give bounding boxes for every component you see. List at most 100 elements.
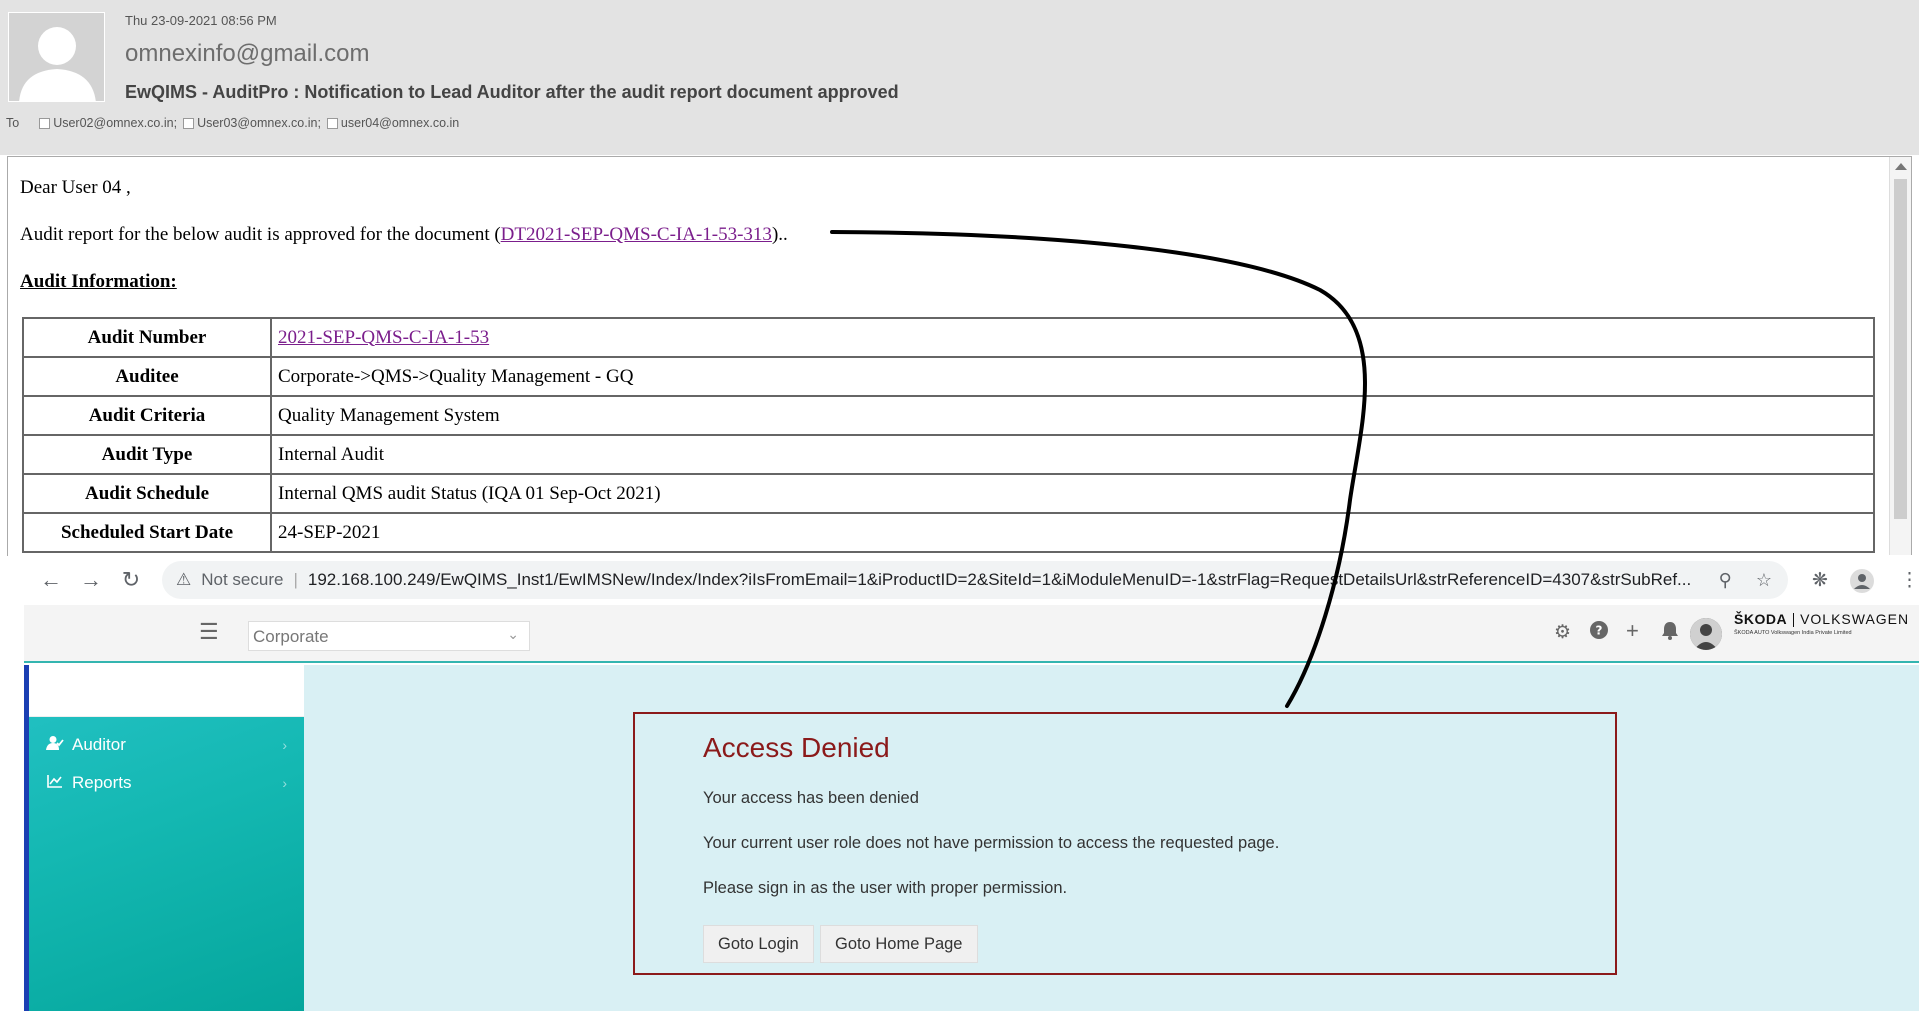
brand-name: ŠKODA VOLKSWAGEN <box>1734 611 1919 628</box>
contact-icon <box>326 117 338 129</box>
zoom-icon[interactable]: ⚲ <box>1719 570 1732 591</box>
recipient-address: User02@omnex.co.in; <box>53 116 178 130</box>
message-text: Audit report for the below audit is appr… <box>20 224 501 245</box>
table-row: Audit Criteria Quality Management System <box>22 395 1875 436</box>
email-sender: omnexinfo@gmail.com <box>125 40 370 67</box>
recipient-address: user04@omnex.co.in <box>340 116 460 130</box>
email-date: Thu 23-09-2021 08:56 PM <box>125 13 277 28</box>
main-content: Access Denied Your access has been denie… <box>304 665 1919 1011</box>
user-avatar[interactable] <box>1690 618 1722 650</box>
notification-bell-icon <box>1662 622 1678 640</box>
plus-icon[interactable]: + <box>1626 618 1639 644</box>
url-text: 192.168.100.249/EwQIMS_Inst1/EwIMSNew/In… <box>307 570 1692 589</box>
question-circle-icon: ? <box>1590 621 1608 639</box>
scroll-thumb[interactable] <box>1894 179 1907 519</box>
access-denied-panel: Access Denied Your access has been denie… <box>633 712 1617 975</box>
brand-tagline: ŠKODA AUTO Volkswagen India Private Limi… <box>1734 630 1852 637</box>
row-value: Internal QMS audit Status (IQA 01 Sep-Oc… <box>270 473 1875 514</box>
denied-reason: Your current user role does not have per… <box>703 834 1280 852</box>
gear-icon[interactable]: ⚙ <box>1554 621 1571 644</box>
help-icon[interactable]: ? <box>1590 621 1608 645</box>
chevron-right-icon: › <box>282 737 287 753</box>
table-row: Auditee Corporate->QMS->Quality Manageme… <box>22 356 1875 397</box>
table-row: Audit Schedule Internal QMS audit Status… <box>22 473 1875 514</box>
goto-login-button[interactable]: Goto Login <box>703 925 814 963</box>
row-label: Scheduled Start Date <box>22 512 272 553</box>
browser-toolbar: ← → ↻ ⚠ Not secure | 192.168.100.249/EwQ… <box>24 555 1919 605</box>
warning-icon: ⚠ <box>176 570 192 589</box>
recipient[interactable]: User02@omnex.co.in; <box>39 116 177 130</box>
browser-window: ← → ↻ ⚠ Not secure | 192.168.100.249/EwQ… <box>24 555 1919 1011</box>
line-chart-icon <box>44 774 66 793</box>
document-link[interactable]: DT2021-SEP-QMS-C-IA-1-53-313 <box>501 224 772 245</box>
row-label: Audit Criteria <box>22 395 272 436</box>
star-icon[interactable]: ☆ <box>1756 570 1772 591</box>
back-arrow-icon[interactable]: ← <box>38 567 64 593</box>
extensions-icon[interactable]: ❋ <box>1812 569 1828 592</box>
chevron-down-icon: ⌄ <box>507 626 519 642</box>
table-row: Audit Number 2021-SEP-QMS-C-IA-1-53 <box>22 317 1875 358</box>
recipient-address: User03@omnex.co.in; <box>197 116 321 130</box>
email-greeting: Dear User 04 , <box>20 177 131 198</box>
user-silhouette-icon <box>1690 618 1722 650</box>
goto-home-button[interactable]: Goto Home Page <box>820 925 978 963</box>
to-label: To <box>6 116 20 130</box>
row-value: 2021-SEP-QMS-C-IA-1-53 <box>270 317 1875 358</box>
table-row: Scheduled Start Date 24-SEP-2021 <box>22 512 1875 553</box>
audit-number-link[interactable]: 2021-SEP-QMS-C-IA-1-53 <box>278 327 489 348</box>
user-check-icon <box>44 735 66 756</box>
email-message: Audit report for the below audit is appr… <box>20 224 788 246</box>
sidebar-top <box>29 665 304 717</box>
svg-text:?: ? <box>1596 624 1603 638</box>
security-label: Not secure <box>201 570 284 589</box>
sidebar-item-reports[interactable]: Reports › <box>44 765 299 801</box>
message-text: ).. <box>771 224 788 245</box>
contact-icon <box>183 117 195 129</box>
recipient[interactable]: User03@omnex.co.in; <box>183 116 321 130</box>
row-label: Audit Number <box>22 317 272 358</box>
brand-secondary: VOLKSWAGEN <box>1800 611 1910 627</box>
chevron-right-icon: › <box>282 775 287 791</box>
email-body: Dear User 04 , Audit report for the belo… <box>7 156 1912 556</box>
row-label: Auditee <box>22 356 272 397</box>
brand-primary: ŠKODA <box>1734 611 1788 627</box>
row-value: Internal Audit <box>270 434 1875 475</box>
brand-divider <box>1793 613 1795 628</box>
email-scrollbar[interactable] <box>1889 157 1911 556</box>
email-recipients: To User02@omnex.co.in; User03@omnex.co.i… <box>6 116 465 130</box>
company-logo: ŠKODA VOLKSWAGEN ŠKODA AUTO Volkswagen In… <box>1734 611 1919 636</box>
bell-icon[interactable] <box>1661 621 1679 646</box>
profile-avatar-icon <box>1850 569 1874 593</box>
address-bar[interactable]: ⚠ Not secure | 192.168.100.249/EwQIMS_In… <box>162 561 1788 599</box>
more-menu-icon[interactable]: ⋮ <box>1900 569 1919 592</box>
denied-instruction: Please sign in as the user with proper p… <box>703 879 1068 897</box>
sender-avatar <box>8 12 105 102</box>
sidebar-item-auditor[interactable]: Auditor › <box>44 727 299 763</box>
access-denied-title: Access Denied <box>703 732 890 763</box>
person-icon <box>9 13 104 101</box>
recipient[interactable]: user04@omnex.co.in <box>326 116 460 130</box>
sidebar-item-label: Reports <box>72 773 132 792</box>
denied-message: Your access has been denied <box>703 789 919 807</box>
site-select[interactable]: Corporate ⌄ <box>248 621 530 651</box>
row-label: Audit Type <box>22 434 272 475</box>
app-header: ☰ Corporate ⌄ ⚙ ? + ŠKODA VOLKSWAGEN ŠKOD… <box>24 605 1919 663</box>
audit-info-table: Audit Number 2021-SEP-QMS-C-IA-1-53 Audi… <box>22 317 1875 553</box>
profile-icon[interactable] <box>1850 569 1874 599</box>
audit-info-heading: Audit Information: <box>20 271 177 292</box>
row-value: 24-SEP-2021 <box>270 512 1875 553</box>
sidebar-item-label: Auditor <box>72 735 126 754</box>
row-value: Quality Management System <box>270 395 1875 436</box>
separator: | <box>293 570 298 589</box>
table-row: Audit Type Internal Audit <box>22 434 1875 475</box>
email-header: Thu 23-09-2021 08:56 PM omnexinfo@gmail.… <box>0 0 1919 155</box>
hamburger-icon[interactable]: ☰ <box>199 619 219 645</box>
sidebar: Auditor › Reports › <box>24 665 304 1011</box>
contact-icon <box>39 117 51 129</box>
forward-arrow-icon[interactable]: → <box>78 567 104 593</box>
row-label: Audit Schedule <box>22 473 272 514</box>
reload-icon[interactable]: ↻ <box>118 567 144 593</box>
email-subject: EwQIMS - AuditPro : Notification to Lead… <box>125 82 899 102</box>
scroll-up-icon[interactable] <box>1895 163 1907 170</box>
row-value: Corporate->QMS->Quality Management - GQ <box>270 356 1875 397</box>
